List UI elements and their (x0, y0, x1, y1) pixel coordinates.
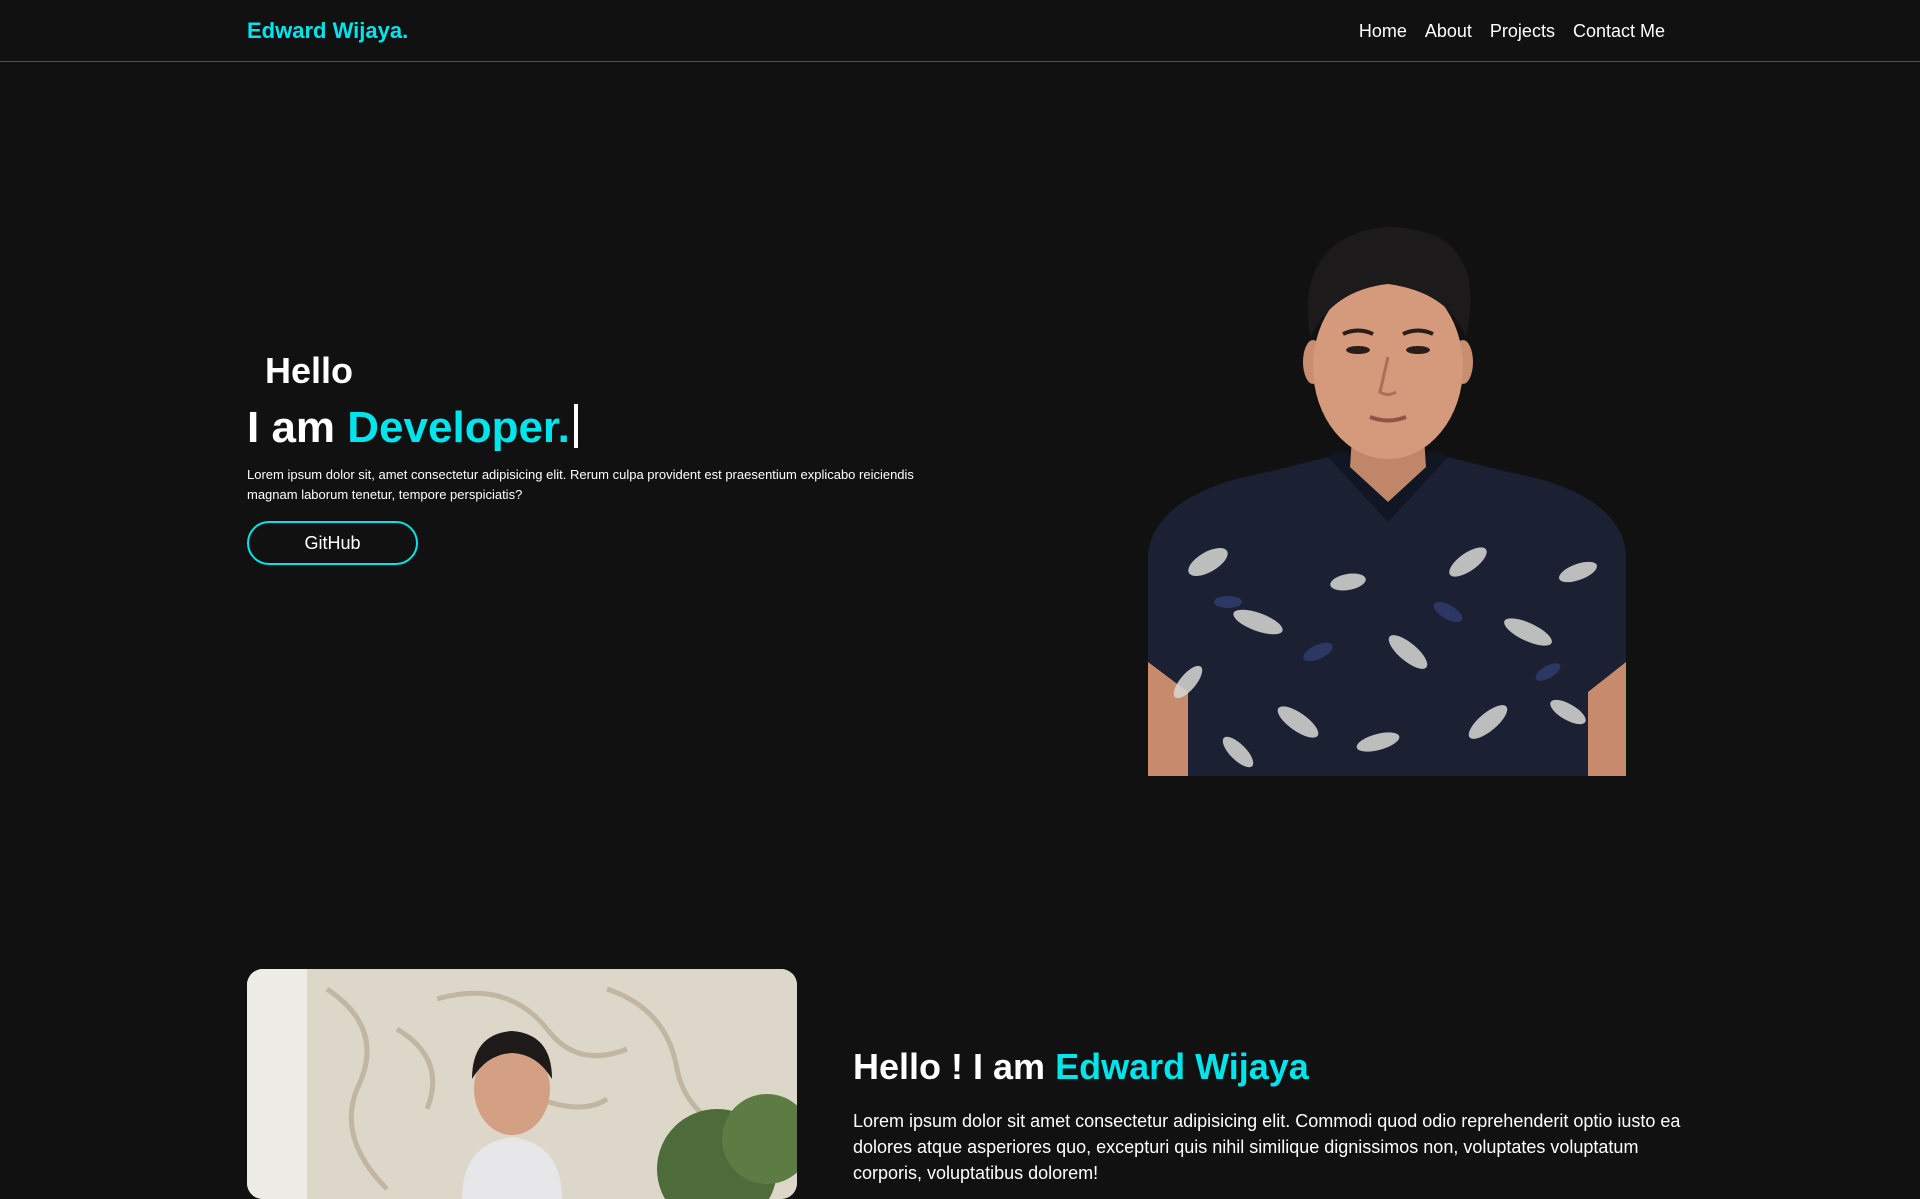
navbar: Edward Wijaya. Home About Projects Conta… (0, 0, 1920, 62)
typing-caret (573, 404, 578, 448)
about-heading-name: Edward Wijaya (1055, 1046, 1309, 1087)
about-photo-image (247, 969, 797, 1199)
about-heading-prefix: Hello ! I am (853, 1046, 1046, 1087)
about-heading: Hello ! I am Edward Wijaya (853, 1046, 1309, 1088)
hero-title: I am Developer. (247, 403, 578, 453)
about-text: Lorem ipsum dolor sit amet consectetur a… (853, 1111, 1681, 1183)
nav-link-about[interactable]: About (1425, 21, 1472, 42)
nav-link-contact[interactable]: Contact Me (1573, 21, 1665, 42)
hero-description: Lorem ipsum dolor sit, amet consectetur … (247, 467, 914, 502)
hero-greeting: Hello (265, 350, 354, 391)
hero-title-accent: Developer. (347, 403, 570, 452)
hero-title-prefix: I am (247, 403, 336, 452)
nav-links: Home About Projects Contact Me (1359, 21, 1665, 42)
nav-link-home[interactable]: Home (1359, 21, 1407, 42)
brand-logo[interactable]: Edward Wijaya. (247, 18, 408, 44)
hero-portrait-image (1148, 227, 1626, 776)
nav-link-projects[interactable]: Projects (1490, 21, 1555, 42)
github-button[interactable]: GitHub (247, 521, 418, 565)
